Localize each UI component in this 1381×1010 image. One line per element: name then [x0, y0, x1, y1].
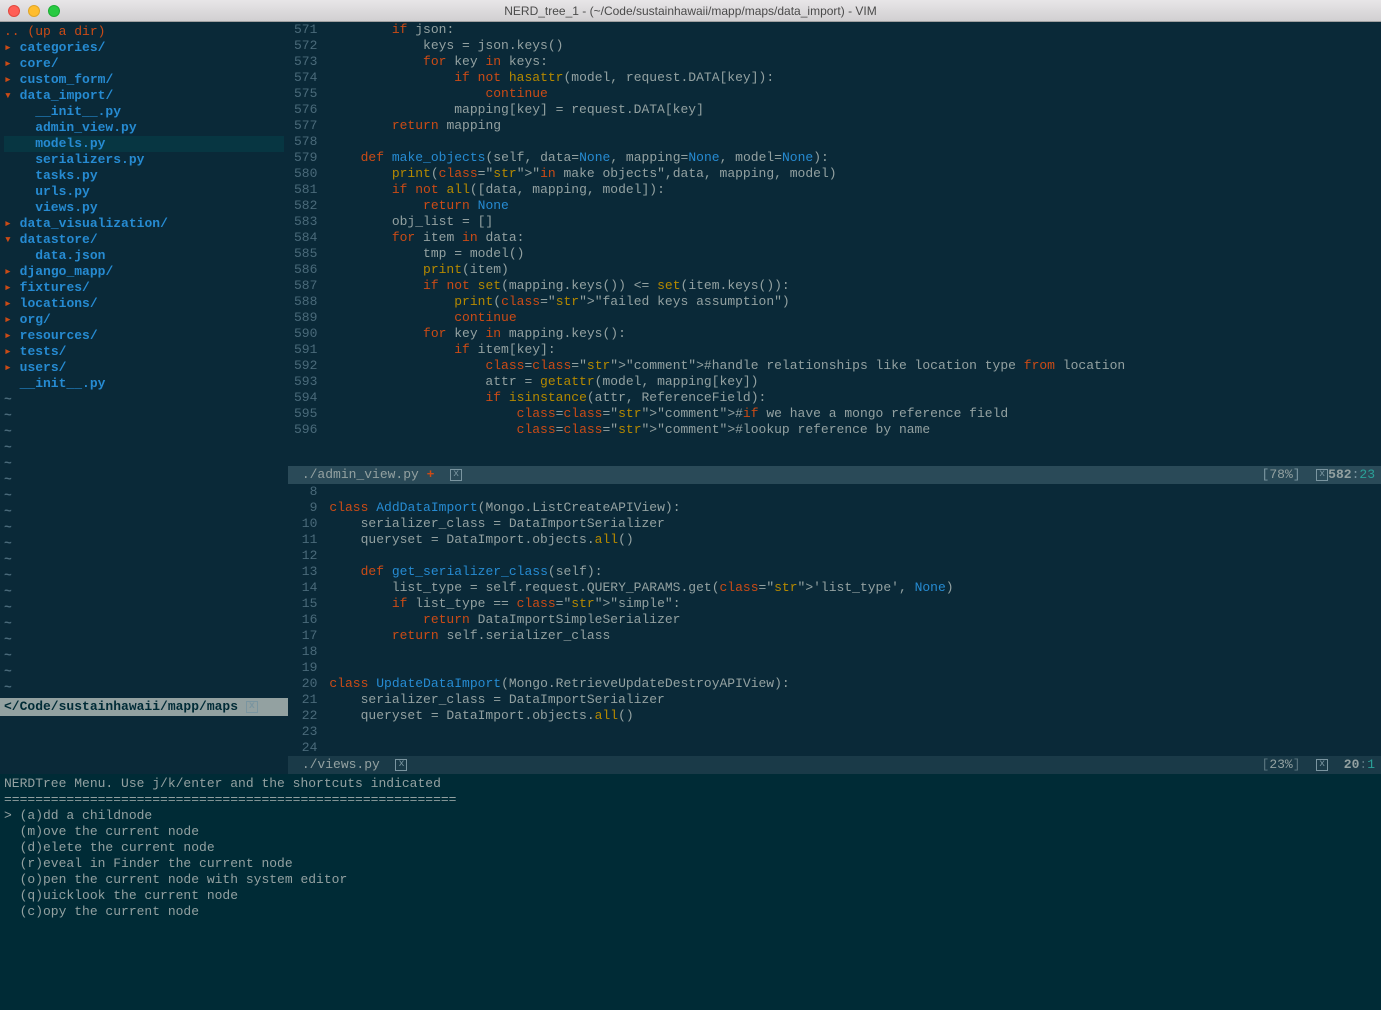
cmd-line: (d)elete the current node	[4, 840, 1377, 856]
nerdtree-file[interactable]: data.json	[4, 248, 284, 264]
nerdtree-dir[interactable]: ▾ datastore/	[4, 232, 284, 248]
traffic-lights	[0, 5, 60, 17]
nerdtree-dir[interactable]: ▸ categories/	[4, 40, 284, 56]
nerdtree-dir[interactable]: ▸ data_visualization/	[4, 216, 284, 232]
statusline-percent: 78%	[1269, 467, 1292, 483]
nerdtree-updir[interactable]: .. (up a dir)	[4, 24, 284, 40]
empty-line: ~	[4, 488, 284, 504]
cmd-line: NERDTree Menu. Use j/k/enter and the sho…	[4, 776, 1377, 792]
modified-indicator: +	[427, 467, 435, 483]
code-content-1[interactable]: if json: keys = json.keys() for key in k…	[327, 22, 1381, 466]
empty-line: ~	[4, 632, 284, 648]
close-icon[interactable]: x	[395, 759, 407, 771]
code-pane-1[interactable]: 571 572 573 574 575 576 577 578 579 580 …	[288, 22, 1381, 484]
statusline-line: 20	[1344, 757, 1360, 773]
nerdtree-file[interactable]: admin_view.py	[4, 120, 284, 136]
empty-line: ~	[4, 616, 284, 632]
code-panes: 571 572 573 574 575 576 577 578 579 580 …	[288, 22, 1381, 774]
nerdtree-file[interactable]: urls.py	[4, 184, 284, 200]
cmd-line: (r)eveal in Finder the current node	[4, 856, 1377, 872]
statusline-percent: 23%	[1269, 757, 1292, 773]
nerdtree-panel[interactable]: .. (up a dir)▸ categories/▸ core/▸ custo…	[0, 22, 288, 698]
statusline-filename: ./views.py	[302, 757, 380, 773]
empty-line: ~	[4, 440, 284, 456]
cmd-line: (q)uicklook the current node	[4, 888, 1377, 904]
command-area[interactable]: NERDTree Menu. Use j/k/enter and the sho…	[0, 774, 1381, 1010]
nerdtree-dir[interactable]: ▸ resources/	[4, 328, 284, 344]
statusline-col: 23	[1359, 467, 1375, 483]
statusline-line: 582	[1328, 467, 1351, 483]
nerdtree-file[interactable]: views.py	[4, 200, 284, 216]
empty-line: ~	[4, 504, 284, 520]
empty-line: ~	[4, 472, 284, 488]
cmd-line: > (a)dd a childnode	[4, 808, 1377, 824]
nerdtree-file[interactable]: __init__.py	[4, 376, 284, 392]
nerdtree-dir[interactable]: ▸ core/	[4, 56, 284, 72]
empty-line: ~	[4, 424, 284, 440]
empty-line: ~	[4, 568, 284, 584]
nerdtree-root[interactable]: ▸ categories/▸ core/▸ custom_form/▾ data…	[4, 40, 284, 696]
nerdtree-dir[interactable]: ▸ fixtures/	[4, 280, 284, 296]
empty-line: ~	[4, 520, 284, 536]
nerdtree-dir[interactable]: ▸ locations/	[4, 296, 284, 312]
nerdtree-file[interactable]: models.py	[4, 136, 284, 152]
window-title: NERD_tree_1 - (~/Code/sustainhawaii/mapp…	[0, 3, 1381, 19]
empty-line: ~	[4, 648, 284, 664]
close-icon[interactable]: x	[246, 701, 258, 713]
empty-line: ~	[4, 600, 284, 616]
vim-container: .. (up a dir)▸ categories/▸ core/▸ custo…	[0, 22, 1381, 1010]
close-icon[interactable]: x	[1316, 469, 1328, 481]
code-pane-2[interactable]: 8 9 10 11 12 13 14 15 16 17 18 19 20 21 …	[288, 484, 1381, 774]
nerdtree-file[interactable]: serializers.py	[4, 152, 284, 168]
empty-line: ~	[4, 584, 284, 600]
empty-line: ~	[4, 536, 284, 552]
empty-line: ~	[4, 664, 284, 680]
nerdtree-statusline: </Code/sustainhawaii/mapp/maps x	[0, 698, 288, 716]
nerdtree-dir[interactable]: ▸ custom_form/	[4, 72, 284, 88]
nerdtree-dir[interactable]: ▸ django_mapp/	[4, 264, 284, 280]
close-window-button[interactable]	[8, 5, 20, 17]
nerdtree-dir[interactable]: ▸ users/	[4, 360, 284, 376]
cmd-line: (m)ove the current node	[4, 824, 1377, 840]
empty-line: ~	[4, 392, 284, 408]
nerdtree-dir[interactable]: ▾ data_import/	[4, 88, 284, 104]
minimize-window-button[interactable]	[28, 5, 40, 17]
nerdtree-dir[interactable]: ▸ org/	[4, 312, 284, 328]
statusline-filename: ./admin_view.py	[302, 467, 419, 483]
gutter-1: 571 572 573 574 575 576 577 578 579 580 …	[288, 22, 327, 466]
code-content-2[interactable]: class AddDataImport(Mongo.ListCreateAPIV…	[327, 484, 1381, 756]
nerdtree-file[interactable]: __init__.py	[4, 104, 284, 120]
titlebar: NERD_tree_1 - (~/Code/sustainhawaii/mapp…	[0, 0, 1381, 22]
cmd-line: ========================================…	[4, 792, 1377, 808]
empty-line: ~	[4, 408, 284, 424]
cmd-line: (o)pen the current node with system edit…	[4, 872, 1377, 888]
nerdtree-dir[interactable]: ▸ tests/	[4, 344, 284, 360]
statusline-col: 1	[1367, 757, 1375, 773]
cmd-line: (c)opy the current node	[4, 904, 1377, 920]
empty-line: ~	[4, 552, 284, 568]
zoom-window-button[interactable]	[48, 5, 60, 17]
top-panes: .. (up a dir)▸ categories/▸ core/▸ custo…	[0, 22, 1381, 774]
close-icon[interactable]: x	[450, 469, 462, 481]
empty-line: ~	[4, 680, 284, 696]
close-icon[interactable]: x	[1316, 759, 1328, 771]
statusline-1: ./admin_view.py + x [78%] x 582:23	[288, 466, 1381, 484]
statusline-2: ./views.py x [23%] x 20:1	[288, 756, 1381, 774]
nerdtree-status-text: </Code/sustainhawaii/mapp/maps	[4, 699, 238, 715]
gutter-2: 8 9 10 11 12 13 14 15 16 17 18 19 20 21 …	[288, 484, 327, 756]
empty-line: ~	[4, 456, 284, 472]
nerdtree-file[interactable]: tasks.py	[4, 168, 284, 184]
